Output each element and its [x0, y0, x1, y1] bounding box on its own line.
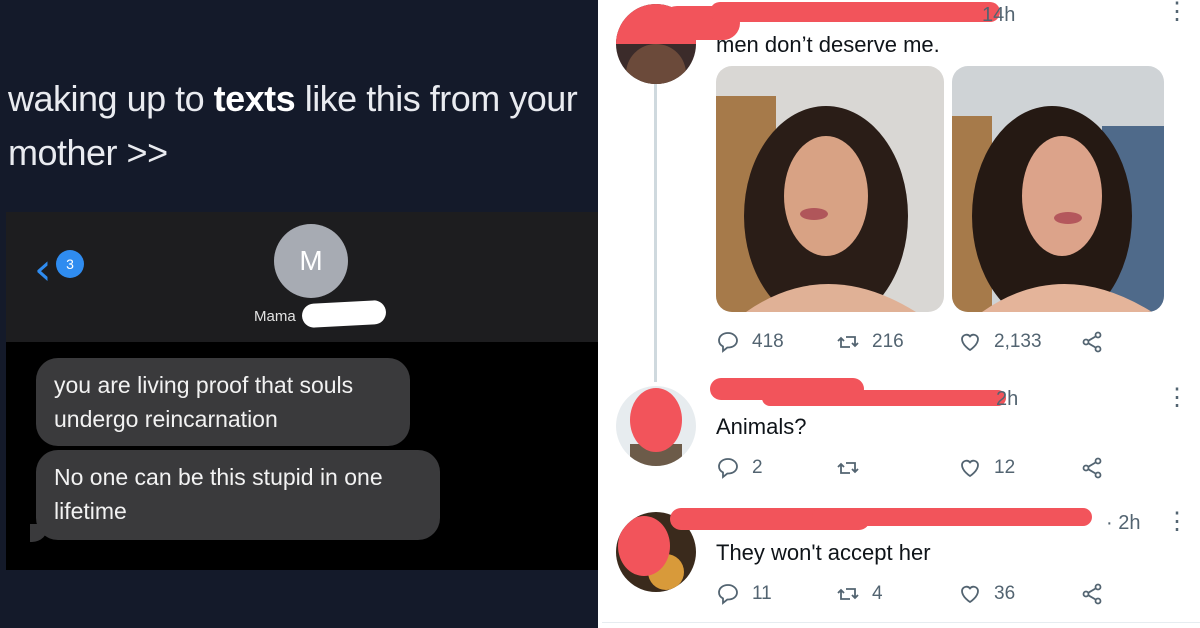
- retweet-action[interactable]: 4: [836, 582, 883, 606]
- more-icon[interactable]: ⋮: [1165, 386, 1189, 410]
- retweet-action[interactable]: 216: [836, 330, 904, 354]
- more-icon[interactable]: ⋮: [1165, 510, 1189, 534]
- share-icon: [1082, 457, 1102, 479]
- back-chevron-icon[interactable]: ‹: [34, 248, 52, 292]
- reply-action[interactable]: 418: [716, 330, 784, 354]
- like-icon: [961, 585, 979, 604]
- reply-count: 11: [752, 583, 772, 604]
- retweet-icon: [837, 588, 859, 600]
- redaction-mark: [301, 299, 387, 329]
- meme-caption: waking up to texts like this from your m…: [8, 72, 598, 180]
- divider: [602, 622, 1200, 623]
- reply-icon: [718, 332, 738, 353]
- reply-icon: [718, 458, 738, 479]
- reply-icon: [718, 584, 738, 605]
- contact-name[interactable]: Mama: [254, 308, 296, 325]
- thread-connector: [654, 82, 657, 382]
- share-icon: [1082, 583, 1102, 605]
- like-icon: [961, 333, 979, 352]
- like-action[interactable]: 2,133: [958, 330, 1042, 354]
- tweet-time: · 2h: [1106, 512, 1141, 534]
- redaction-mark: [812, 508, 1092, 526]
- like-count: 36: [994, 583, 1016, 604]
- retweet-icon: [837, 336, 859, 348]
- tweet-text: Animals?: [716, 414, 807, 439]
- avatar[interactable]: [616, 386, 696, 466]
- tweet-text: men don’t deserve me.: [716, 32, 940, 57]
- caption-bold: texts: [213, 78, 296, 119]
- like-icon: [961, 459, 979, 478]
- reply-count: 418: [752, 331, 784, 352]
- share-action[interactable]: [1080, 330, 1104, 354]
- meme-left-panel: waking up to texts like this from your m…: [0, 0, 598, 628]
- retweet-count: 216: [872, 331, 904, 352]
- like-count: 12: [994, 457, 1016, 478]
- reply-count: 2: [752, 457, 763, 478]
- tweet-time: 14h: [982, 4, 1016, 26]
- contact-avatar[interactable]: M: [274, 224, 348, 298]
- tweet-time: 2h: [996, 388, 1019, 410]
- retweet-icon: [837, 462, 859, 474]
- tweet-thread: 14h ⋮ men don’t deserve me. 418 216 2,13…: [602, 0, 1200, 628]
- reply-action[interactable]: 2: [716, 456, 763, 480]
- retweet-count: 4: [872, 583, 883, 604]
- caption-prefix: waking up to: [8, 78, 214, 119]
- bubble-tail: [30, 524, 48, 542]
- imessage-screenshot: ‹ 3 M Mama you are living proof that sou…: [6, 212, 598, 570]
- share-action[interactable]: [1080, 456, 1104, 480]
- tweet-photo[interactable]: [952, 66, 1164, 312]
- share-icon: [1082, 331, 1102, 353]
- unread-badge: 3: [56, 250, 84, 278]
- conversation-header: ‹ 3 M Mama: [6, 212, 598, 342]
- reply-action[interactable]: 11: [716, 582, 772, 606]
- like-action[interactable]: 12: [958, 456, 1015, 480]
- tweet-text: They won't accept her: [716, 540, 931, 565]
- like-action[interactable]: 36: [958, 582, 1015, 606]
- redaction-mark: [710, 2, 1000, 22]
- tweet-photo[interactable]: [716, 66, 944, 312]
- share-action[interactable]: [1080, 582, 1104, 606]
- retweet-action[interactable]: [836, 456, 872, 480]
- message-bubble: you are living proof that souls undergo …: [36, 358, 410, 446]
- redaction-mark: [762, 390, 1006, 406]
- more-icon[interactable]: ⋮: [1165, 0, 1189, 24]
- like-count: 2,133: [994, 331, 1042, 352]
- message-bubble: No one can be this stupid in one lifetim…: [36, 450, 440, 540]
